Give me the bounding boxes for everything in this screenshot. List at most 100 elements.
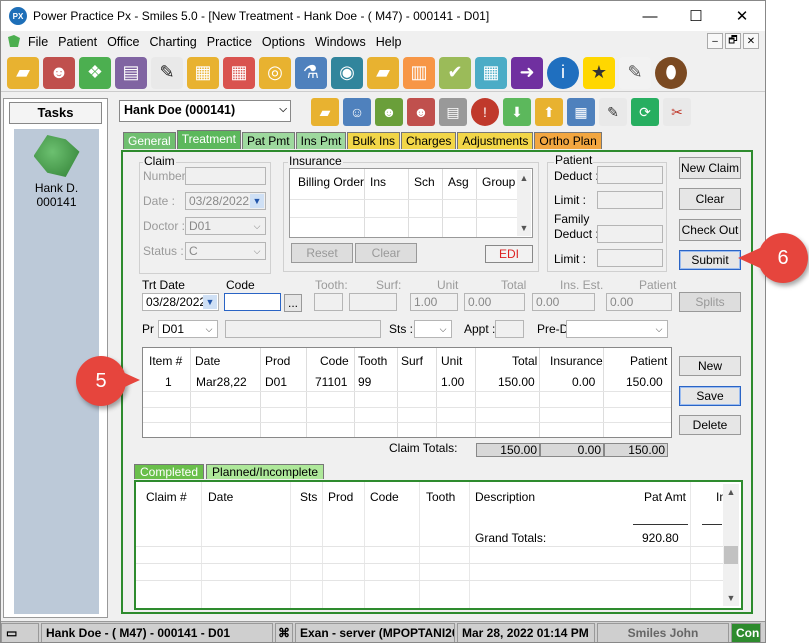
medication-icon[interactable]: ⚗ xyxy=(295,56,327,89)
refresh-icon[interactable]: ⟳ xyxy=(631,98,659,126)
export-icon[interactable]: ⬆ xyxy=(535,98,563,126)
tab-ins-pmt[interactable]: Ins Pmt xyxy=(295,132,347,149)
tools-icon[interactable]: ✂ xyxy=(663,98,691,126)
tooth-field xyxy=(314,293,343,311)
claim-number-field xyxy=(185,167,266,185)
printer-icon[interactable]: ▤ xyxy=(439,98,467,126)
trt-date-field[interactable]: 03/28/2022 ▼ xyxy=(142,293,219,311)
pen-edit-icon[interactable]: ✎ xyxy=(151,56,183,89)
sticky-note-icon[interactable]: ★ xyxy=(583,56,615,89)
claim-totals-label: Claim Totals: xyxy=(389,441,458,455)
tab-general[interactable]: General xyxy=(123,132,176,149)
tab-completed[interactable]: Completed xyxy=(134,464,205,479)
chevron-down-icon[interactable]: ▼ xyxy=(517,220,531,236)
row-prod: D01 xyxy=(265,375,288,389)
clear-button[interactable]: Clear xyxy=(679,188,741,210)
hist-col-description: Description xyxy=(475,490,536,504)
tab-ortho-plan[interactable]: Ortho Plan xyxy=(534,132,602,149)
insurance-grid[interactable]: Billing Order Ins Sch Asg Group ▲ ▼ xyxy=(289,168,533,238)
check-out-button[interactable]: Check Out xyxy=(679,219,741,241)
save-button[interactable]: Save xyxy=(679,386,741,406)
camera-icon[interactable]: ◉ xyxy=(331,56,363,89)
tab-treatment[interactable]: Treatment xyxy=(176,130,241,149)
tab-adjustments[interactable]: Adjustments xyxy=(457,132,534,149)
menu-help[interactable]: Help xyxy=(371,35,407,49)
mdi-minimize-button[interactable]: – xyxy=(707,33,723,49)
folders-icon[interactable]: ▰ xyxy=(367,56,399,89)
chevron-down-icon: ⌵ xyxy=(253,245,261,256)
minimize-button[interactable]: — xyxy=(627,1,673,31)
mdi-close-button[interactable]: ✕ xyxy=(743,33,759,49)
menu-options[interactable]: Options xyxy=(257,35,310,49)
chevron-up-icon[interactable]: ▲ xyxy=(517,170,531,186)
maximize-button[interactable]: ☐ xyxy=(673,1,719,31)
chevron-up-icon[interactable]: ▲ xyxy=(723,484,739,500)
mdi-restore-button[interactable]: 🗗 xyxy=(725,33,741,49)
scrollbar-thumb[interactable] xyxy=(724,546,738,564)
note-pin-icon[interactable]: ✎ xyxy=(599,98,627,126)
task-patient-item[interactable]: Hank D. 000141 xyxy=(14,135,99,209)
patient-photo-icon[interactable]: ☺ xyxy=(343,98,371,126)
menu-patient[interactable]: Patient xyxy=(53,35,102,49)
checklist-icon[interactable]: ✔ xyxy=(439,56,471,89)
sts-select[interactable]: ⌵ xyxy=(414,320,452,338)
items-col-patient: Patient xyxy=(630,354,668,368)
code-input[interactable] xyxy=(224,293,281,311)
tab-bulk-ins[interactable]: Bulk Ins xyxy=(347,132,401,149)
menu-windows[interactable]: Windows xyxy=(310,35,371,49)
tab-planned-incomplete[interactable]: Planned/Incomplete xyxy=(206,464,325,479)
close-button[interactable]: ✕ xyxy=(719,1,765,31)
folder-open-icon[interactable]: ▰ xyxy=(311,98,339,126)
patient-amount-field: 0.00 xyxy=(606,293,672,311)
ins-clear-button[interactable]: Clear xyxy=(355,243,417,263)
tab-charges[interactable]: Charges xyxy=(401,132,457,149)
treatment-items-grid[interactable]: Item # Date Prod Code Tooth Surf Unit To… xyxy=(142,347,672,438)
chevron-down-icon[interactable]: ▼ xyxy=(723,590,739,606)
menu-charting[interactable]: Charting xyxy=(145,35,202,49)
alert-icon[interactable]: ! xyxy=(471,98,499,126)
unit-label: Unit xyxy=(437,278,459,292)
family-limit-label: Limit : xyxy=(554,252,587,266)
football-icon[interactable]: ⬮ xyxy=(655,56,687,89)
calendar-icon[interactable]: ▦ xyxy=(567,98,595,126)
patient-card-icon[interactable]: ▦ xyxy=(187,56,219,89)
new-item-button[interactable]: New xyxy=(679,356,741,376)
ins-col-sch: Sch xyxy=(414,175,435,189)
sts-label: Sts : xyxy=(389,322,414,336)
ins-reset-button[interactable]: Reset xyxy=(291,243,353,263)
provider-select[interactable]: D01 ⌵ xyxy=(158,320,218,338)
history-grid[interactable]: Claim # Date Sts Prod Code Tooth Descrip… xyxy=(134,480,743,610)
submit-button[interactable]: Submit xyxy=(679,250,741,270)
items-col-insurance: Insurance xyxy=(550,354,603,368)
family-icon[interactable]: ☻ xyxy=(43,56,75,89)
scheduler-icon[interactable]: ▥ xyxy=(403,56,435,89)
family-icon[interactable]: ☻ xyxy=(407,98,435,126)
notepad-icon[interactable]: ✎ xyxy=(619,56,651,89)
history-scrollbar[interactable]: ▲ ▼ xyxy=(723,484,739,606)
tooth-chart-icon[interactable]: ❖ xyxy=(79,56,111,89)
patient-selector[interactable]: Hank Doe (000141) ⌵ xyxy=(119,100,291,122)
edi-indicator[interactable]: EDI xyxy=(485,245,533,263)
splits-button[interactable]: Splits xyxy=(679,292,741,312)
xray-icon[interactable]: ◎ xyxy=(259,56,291,89)
tab-pat-pmt[interactable]: Pat Pmt xyxy=(241,132,295,149)
delete-button[interactable]: Delete xyxy=(679,415,741,435)
folder-open-icon[interactable]: ▰ xyxy=(7,56,39,89)
chevron-down-icon: ⌵ xyxy=(205,323,213,334)
menu-office[interactable]: Office xyxy=(102,35,144,49)
main-toolbar: ▰ ☻ ❖ ▤ ✎ ▦ ▦ ◎ ⚗ ◉ ▰ ▥ ✔ ▦ ➜ i ★ ✎ ⬮ xyxy=(1,54,765,92)
person-icon[interactable]: ☻ xyxy=(375,98,403,126)
new-claim-button[interactable]: New Claim xyxy=(679,157,741,179)
edi-icon[interactable]: ➜ xyxy=(511,56,543,89)
pre-d-select[interactable]: ⌵ xyxy=(566,320,668,338)
menu-file[interactable]: File xyxy=(23,35,53,49)
import-icon[interactable]: ⬇ xyxy=(503,98,531,126)
ledger-book-icon[interactable]: ▤ xyxy=(115,56,147,89)
menu-practice[interactable]: Practice xyxy=(202,35,257,49)
info-icon[interactable]: i xyxy=(547,56,579,89)
task-patient-name: Hank D. xyxy=(34,181,79,195)
grand-totals-label: Grand Totals: xyxy=(475,531,547,545)
calculator-icon[interactable]: ▦ xyxy=(475,56,507,89)
calendar-grid-icon[interactable]: ▦ xyxy=(223,56,255,89)
code-lookup-button[interactable]: ... xyxy=(284,294,302,312)
